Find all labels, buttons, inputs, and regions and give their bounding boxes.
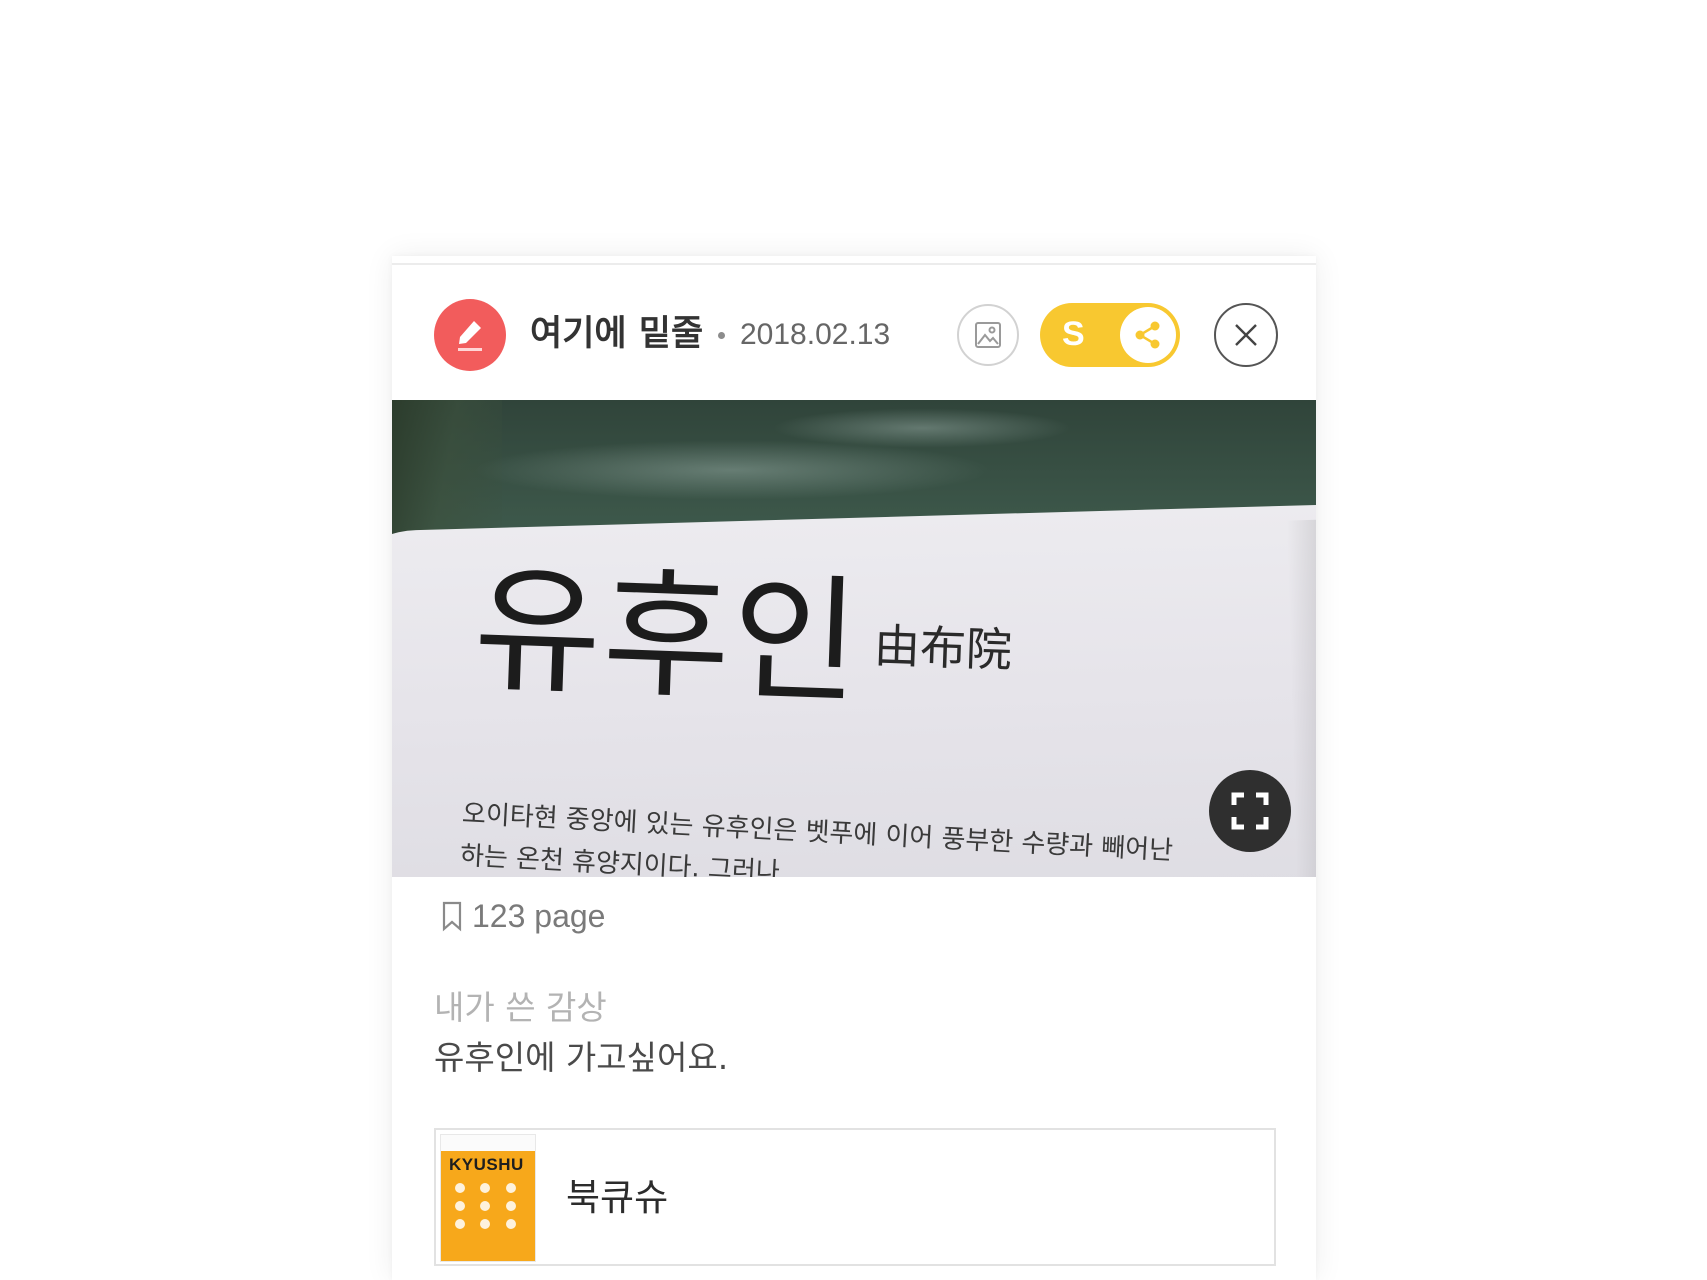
header-title: 여기에 밑줄 <box>530 314 704 354</box>
book-cover-title: KYUSHU <box>449 1155 524 1174</box>
underline-card: 여기에 밑줄 2018.02.13 S 유후인 由布院 오이타현 중앙에 있는 … <box>392 256 1316 1280</box>
book-card[interactable]: KYUSHU 북큐슈 <box>434 1128 1276 1266</box>
expand-button[interactable] <box>1209 770 1291 852</box>
review-label: 내가 쓴 감상 <box>434 988 607 1027</box>
review-text: 유후인에 가고싶어요. <box>434 1038 729 1077</box>
image-icon <box>975 322 1001 348</box>
page-reference: 123 page <box>440 894 605 938</box>
book-title: 북큐슈 <box>566 1176 669 1219</box>
close-button[interactable] <box>1214 303 1278 367</box>
separator-dot <box>718 332 725 339</box>
photo-headline-kanji: 由布院 <box>873 618 1013 678</box>
expand-icon <box>1231 792 1269 830</box>
share-toggle[interactable]: S <box>1040 303 1180 367</box>
image-button[interactable] <box>957 304 1019 366</box>
page-number: 123 page <box>472 897 606 934</box>
share-icon <box>1120 307 1176 363</box>
book-cover: KYUSHU <box>440 1134 536 1262</box>
bookmark-icon <box>442 901 462 932</box>
share-toggle-label: S <box>1062 315 1085 353</box>
photo-headline: 유후인 <box>471 549 864 724</box>
header-date: 2018.02.13 <box>740 318 891 351</box>
pen-icon <box>434 299 506 371</box>
card-header: 여기에 밑줄 2018.02.13 S <box>392 265 1316 400</box>
close-icon <box>1235 324 1257 346</box>
underline-photo: 유후인 由布院 오이타현 중앙에 있는 유후인은 벳푸에 이어 풍부한 수량과 … <box>392 400 1316 877</box>
